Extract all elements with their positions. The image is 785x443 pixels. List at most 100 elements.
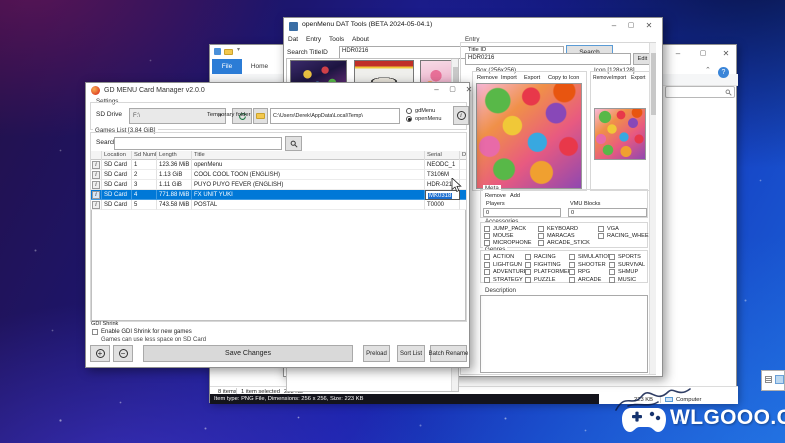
checkbox-keyboard[interactable]	[538, 226, 544, 232]
entry-scrollbar[interactable]	[649, 43, 656, 374]
list-view-icon[interactable]	[765, 376, 772, 383]
games-table-header: Location Sd Number Length Title Serial D…	[91, 151, 466, 160]
checkbox-simulation[interactable]	[569, 254, 575, 260]
table-row-5[interactable]: i SD Card 5 743.58 MiB POSTAL T0000	[91, 200, 466, 210]
gd-menu-title: GD MENU Card Manager v2.0.0	[104, 87, 205, 94]
checkbox-sports[interactable]	[609, 254, 615, 260]
accessories-groupbox: JUMP_PACK MOUSE MICROPHONE KEYBOARD MARA…	[480, 222, 652, 248]
menu-dat[interactable]: Dat	[288, 36, 298, 44]
games-search-button[interactable]	[285, 136, 302, 151]
radio-gdmenu[interactable]	[406, 108, 412, 114]
radio-openmenu-label: openMenu	[415, 116, 442, 122]
games-search-input[interactable]	[114, 137, 282, 150]
description-textarea[interactable]	[480, 295, 648, 373]
icon-import-link[interactable]: Import	[612, 75, 626, 82]
checkbox-racing[interactable]	[525, 254, 531, 260]
gamepad-icon	[622, 408, 666, 432]
file-info-tooltip: Item type: PNG File, Dimensions: 256 x 2…	[210, 394, 599, 404]
checkbox-shmup[interactable]	[609, 269, 615, 275]
thumbnail-view-icon[interactable]	[775, 375, 784, 384]
checkbox-jump-pack[interactable]	[484, 226, 490, 232]
info-icon: i	[456, 111, 466, 120]
icon-export-link[interactable]: Export	[631, 75, 645, 82]
checkbox-shooter[interactable]	[569, 261, 575, 268]
box-export-link[interactable]: Export	[524, 75, 540, 82]
checkbox-survival[interactable]	[609, 261, 615, 268]
menu-about[interactable]: About	[352, 36, 369, 44]
gdm-maximize-button[interactable]: ▢	[445, 83, 460, 96]
folder-icon	[224, 49, 233, 55]
box-remove-link[interactable]: Remove	[477, 75, 498, 82]
wallpaper-sparkles	[0, 0, 1, 1]
preload-button[interactable]: Preload	[363, 345, 390, 362]
checkbox-lightgun[interactable]	[484, 261, 490, 268]
explorer-search-input[interactable]	[665, 86, 735, 98]
sd-drive-label: SD Drive	[96, 111, 123, 118]
ribbon-collapse-icon[interactable]: ⌃	[705, 66, 711, 74]
checkbox-strategy[interactable]	[484, 276, 490, 283]
players-input[interactable]: 0	[483, 208, 561, 217]
gd-menu-app-icon	[91, 86, 100, 95]
gdi-shrink-checkbox[interactable]	[92, 329, 98, 335]
qat-dropdown-icon[interactable]: ▾	[237, 46, 240, 53]
dat-maximize-button[interactable]: ▢	[623, 19, 639, 32]
remove-game-button[interactable]: −	[113, 345, 133, 362]
vmu-blocks-input[interactable]: 0	[568, 208, 647, 217]
table-row-3[interactable]: i SD Card 3 1.11 GiB PUYO PUYO FEVER (EN…	[91, 180, 466, 190]
checkbox-action[interactable]	[484, 254, 490, 260]
checkbox-fighting[interactable]	[525, 261, 531, 268]
checkbox-puzzle[interactable]	[525, 276, 531, 283]
row-info-button[interactable]: i	[92, 161, 100, 169]
save-changes-button[interactable]: Save Changes	[143, 345, 353, 362]
temporary-folder-input[interactable]: C:\Users\Derek\AppData\Local\Temp\	[270, 108, 400, 124]
gd-menu-card-manager-window[interactable]: GD MENU Card Manager v2.0.0 – ▢ ✕ Settin…	[85, 82, 472, 368]
checkbox-adventure[interactable]	[484, 269, 490, 275]
checkbox-arcade[interactable]	[569, 276, 575, 283]
checkbox-vga[interactable]	[598, 226, 604, 232]
explorer-close-button[interactable]: ✕	[719, 47, 733, 60]
box-import-link[interactable]: Import	[501, 75, 517, 82]
explorer-maximize-button[interactable]: ▢	[696, 47, 710, 60]
dat-close-button[interactable]: ✕	[640, 19, 658, 32]
dat-minimize-button[interactable]: –	[606, 19, 622, 32]
row-info-button[interactable]: i	[92, 181, 100, 189]
help-icon[interactable]: ?	[718, 67, 729, 78]
watermark-text: WLGOOO.COM	[670, 406, 785, 429]
checkbox-arcade-stick[interactable]	[538, 240, 544, 246]
tab-home[interactable]: Home	[243, 59, 276, 74]
tab-file[interactable]: File	[212, 59, 242, 74]
checkbox-rpg[interactable]	[569, 269, 575, 275]
table-row-2[interactable]: i SD Card 2 1.13 GiB COOL COOL TOON (ENG…	[91, 170, 466, 180]
row-info-button[interactable]: i	[92, 201, 100, 209]
checkbox-platformer[interactable]	[525, 269, 531, 275]
checkbox-mouse[interactable]	[484, 233, 490, 239]
batch-rename-button[interactable]: Batch Rename	[429, 345, 468, 362]
icon-remove-link[interactable]: Remove	[593, 75, 612, 82]
explorer-minimize-button[interactable]: –	[671, 47, 685, 60]
browse-folder-button[interactable]	[253, 108, 268, 124]
icon-art-image	[594, 108, 646, 160]
row-info-button[interactable]: i	[92, 191, 100, 199]
table-row-4-selected[interactable]: i SD Card 4 771.88 MiB FX UNIT YUKI MK03…	[91, 190, 466, 200]
checkbox-maracas[interactable]	[538, 233, 544, 239]
gdi-shrink-label: GDI Shrink	[91, 321, 119, 327]
meta-remove-link[interactable]: Remove	[485, 193, 506, 200]
gdm-minimize-button[interactable]: –	[429, 83, 444, 96]
menu-tools[interactable]: Tools	[329, 36, 344, 44]
checkbox-music[interactable]	[609, 276, 615, 283]
box-copy-to-icon-link[interactable]: Copy to Icon	[548, 75, 579, 82]
row-info-button[interactable]: i	[92, 171, 100, 179]
box-art-image	[476, 83, 582, 189]
dat-tools-title: openMenu DAT Tools (BETA 2024-05-04.1)	[302, 21, 433, 28]
sort-list-button[interactable]: Sort List	[397, 345, 425, 362]
info-button[interactable]: i	[453, 106, 469, 125]
checkbox-racing-wheel[interactable]	[598, 233, 604, 239]
add-game-button[interactable]: +	[90, 345, 110, 362]
menu-entry[interactable]: Entry	[306, 36, 321, 44]
gdm-close-button[interactable]: ✕	[461, 83, 477, 96]
meta-add-link[interactable]: Add	[510, 193, 520, 200]
radio-openmenu[interactable]	[406, 116, 412, 122]
table-row-1[interactable]: i SD Card 1 123.36 MiB openMenu NEODC_1	[91, 160, 466, 170]
title-id-input[interactable]: HDR0216	[465, 53, 631, 65]
search-icon	[725, 89, 732, 96]
